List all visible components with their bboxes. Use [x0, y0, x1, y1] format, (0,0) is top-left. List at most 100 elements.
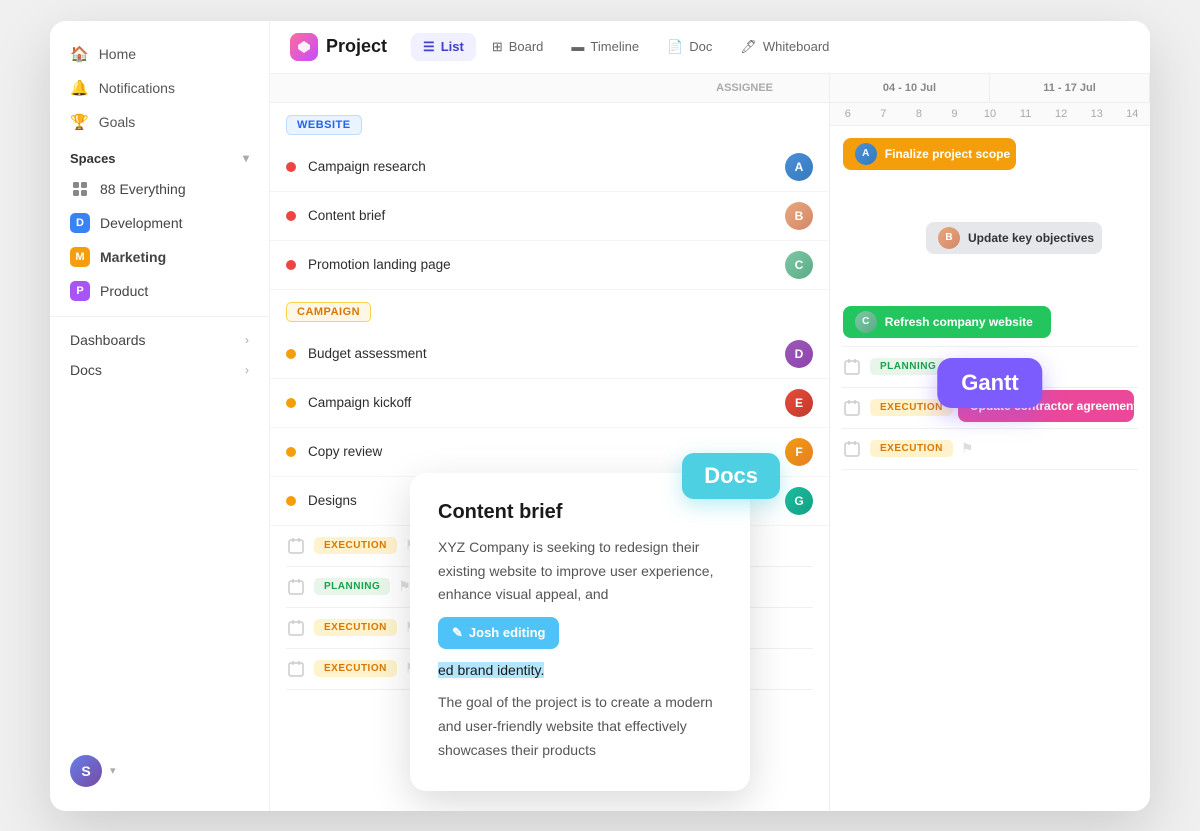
board-icon: ⊞ [492, 39, 503, 55]
grid-icon [70, 179, 90, 199]
sidebar: 🏠 Home 🔔 Notifications 🏆 Goals Spaces ▾ [50, 21, 270, 811]
sidebar-item-goals[interactable]: 🏆 Goals [50, 105, 269, 139]
task-name: Campaign research [308, 159, 785, 174]
sidebar-item-docs[interactable]: Docs › [50, 355, 269, 385]
status-badge: EXECUTION [314, 537, 397, 554]
day-10: 10 [972, 103, 1008, 125]
status-badge: EXECUTION [314, 619, 397, 636]
table-row[interactable]: Campaign research A [270, 143, 829, 192]
sidebar-item-product-label: Product [100, 283, 148, 299]
tab-doc[interactable]: 📄 Doc [655, 33, 724, 61]
day-9: 9 [937, 103, 973, 125]
task-dot [286, 211, 296, 221]
flag-icon: ⚑ [398, 578, 411, 595]
product-badge: P [70, 281, 90, 301]
gantt-row-3: C Refresh company website [830, 222, 1150, 258]
sidebar-item-everything[interactable]: 88 Everything [50, 172, 269, 206]
docs-paragraph-3: The goal of the project is to create a m… [438, 691, 722, 762]
tab-whiteboard[interactable]: 🖊 Whiteboard [728, 33, 841, 61]
development-badge: D [70, 213, 90, 233]
docs-paragraph-1: XYZ Company is seeking to redesign their… [438, 536, 722, 607]
status-badge: PLANNING [870, 358, 946, 375]
highlighted-text: ed brand identity. [438, 662, 544, 678]
docs-title: Content brief [438, 501, 722, 524]
sidebar-item-development[interactable]: D Development [50, 206, 269, 240]
docs-body: XYZ Company is seeking to redesign their… [438, 536, 722, 763]
sidebar-item-marketing-label: Marketing [100, 249, 166, 265]
tab-list[interactable]: ☰ List [411, 33, 476, 61]
table-row[interactable]: Promotion landing page C [270, 241, 829, 290]
task-dot [286, 349, 296, 359]
bell-icon: 🔔 [70, 79, 89, 97]
avatar: G [785, 487, 813, 515]
marketing-badge: M [70, 247, 90, 267]
avatar: A [785, 153, 813, 181]
bar-avatar: C [855, 311, 877, 333]
day-7: 7 [866, 103, 902, 125]
campaign-label: CAMPAIGN [286, 302, 371, 322]
sidebar-item-dashboards[interactable]: Dashboards › [50, 325, 269, 355]
trophy-icon: 🏆 [70, 113, 89, 131]
sidebar-item-notifications-label: Notifications [99, 80, 175, 96]
avatar: D [785, 340, 813, 368]
timeline-icon: ▬ [571, 39, 584, 54]
day-14: 14 [1115, 103, 1151, 125]
table-row[interactable]: Budget assessment D [270, 330, 829, 379]
user-avatar-area[interactable]: S ▾ [50, 747, 269, 795]
gantt-row-2: B Update key objectives [830, 178, 1150, 214]
sidebar-item-product[interactable]: P Product [50, 274, 269, 308]
tab-board[interactable]: ⊞ Board [480, 33, 556, 61]
table-row[interactable]: Content brief B [270, 192, 829, 241]
task-name: Budget assessment [308, 346, 785, 361]
gantt-bars-area: A Finalize project scope B Update key ob… [830, 126, 1150, 306]
docs-paragraph-2: ed brand identity. [438, 659, 722, 683]
day-13: 13 [1079, 103, 1115, 125]
main-header: Project ☰ List ⊞ Board ▬ Timeline 📄 Doc [270, 21, 1150, 74]
sidebar-item-marketing[interactable]: M Marketing [50, 240, 269, 274]
avatar: F [785, 438, 813, 466]
avatar: S [70, 755, 102, 787]
josh-editing-badge: ✎ Josh editing [438, 617, 559, 649]
task-dot [286, 162, 296, 172]
sidebar-item-everything-label: 88 Everything [100, 181, 186, 197]
campaign-label-row: CAMPAIGN [270, 290, 829, 330]
chevron-right-icon-docs: › [245, 363, 249, 377]
table-row[interactable]: Campaign kickoff E [270, 379, 829, 428]
gantt-badge: Gantt [937, 358, 1042, 408]
project-title: Project [326, 36, 387, 57]
whiteboard-icon: 🖊 [740, 39, 757, 55]
tab-timeline[interactable]: ▬ Timeline [559, 33, 651, 61]
gantt-bar-1: A Finalize project scope [843, 138, 1016, 170]
task-dot [286, 447, 296, 457]
day-11: 11 [1008, 103, 1044, 125]
chevron-icon-user: ▾ [110, 764, 116, 777]
task-dot [286, 398, 296, 408]
nav-tabs: ☰ List ⊞ Board ▬ Timeline 📄 Doc 🖊 Wh [411, 33, 841, 61]
task-name: Content brief [308, 208, 785, 223]
sidebar-item-notifications[interactable]: 🔔 Notifications [50, 71, 269, 105]
sidebar-item-goals-label: Goals [99, 114, 136, 130]
gantt-panel: 04 - 10 Jul 11 - 17 Jul 6 7 8 9 10 11 12… [830, 74, 1150, 811]
task-dot [286, 496, 296, 506]
website-label-row: WEBSITE [270, 103, 829, 143]
sidebar-item-development-label: Development [100, 215, 183, 231]
gantt-bar-3: C Refresh company website [843, 306, 1051, 338]
avatar: B [785, 202, 813, 230]
avatar: C [785, 251, 813, 279]
gantt-row-4: Update contractor agreement [830, 266, 1150, 302]
flag-icon: ⚑ [961, 440, 974, 457]
task-name: Promotion landing page [308, 257, 785, 272]
list-icon: ☰ [423, 39, 435, 55]
assignee-col-header: ASSIGNEE [716, 82, 773, 94]
week-block-2: 11 - 17 Jul [990, 74, 1150, 102]
sidebar-item-home-label: Home [99, 46, 136, 62]
status-badge: PLANNING [314, 578, 390, 595]
gantt-status-row: EXECUTION ⚑ [842, 429, 1138, 470]
docs-popup: Docs Content brief XYZ Company is seekin… [410, 473, 750, 791]
status-badge: EXECUTION [314, 660, 397, 677]
josh-editing-row: ✎ Josh editing [438, 613, 722, 653]
sidebar-item-home[interactable]: 🏠 Home [50, 37, 269, 71]
status-badge: EXECUTION [870, 440, 953, 457]
task-name: Campaign kickoff [308, 395, 785, 410]
day-12: 12 [1043, 103, 1079, 125]
